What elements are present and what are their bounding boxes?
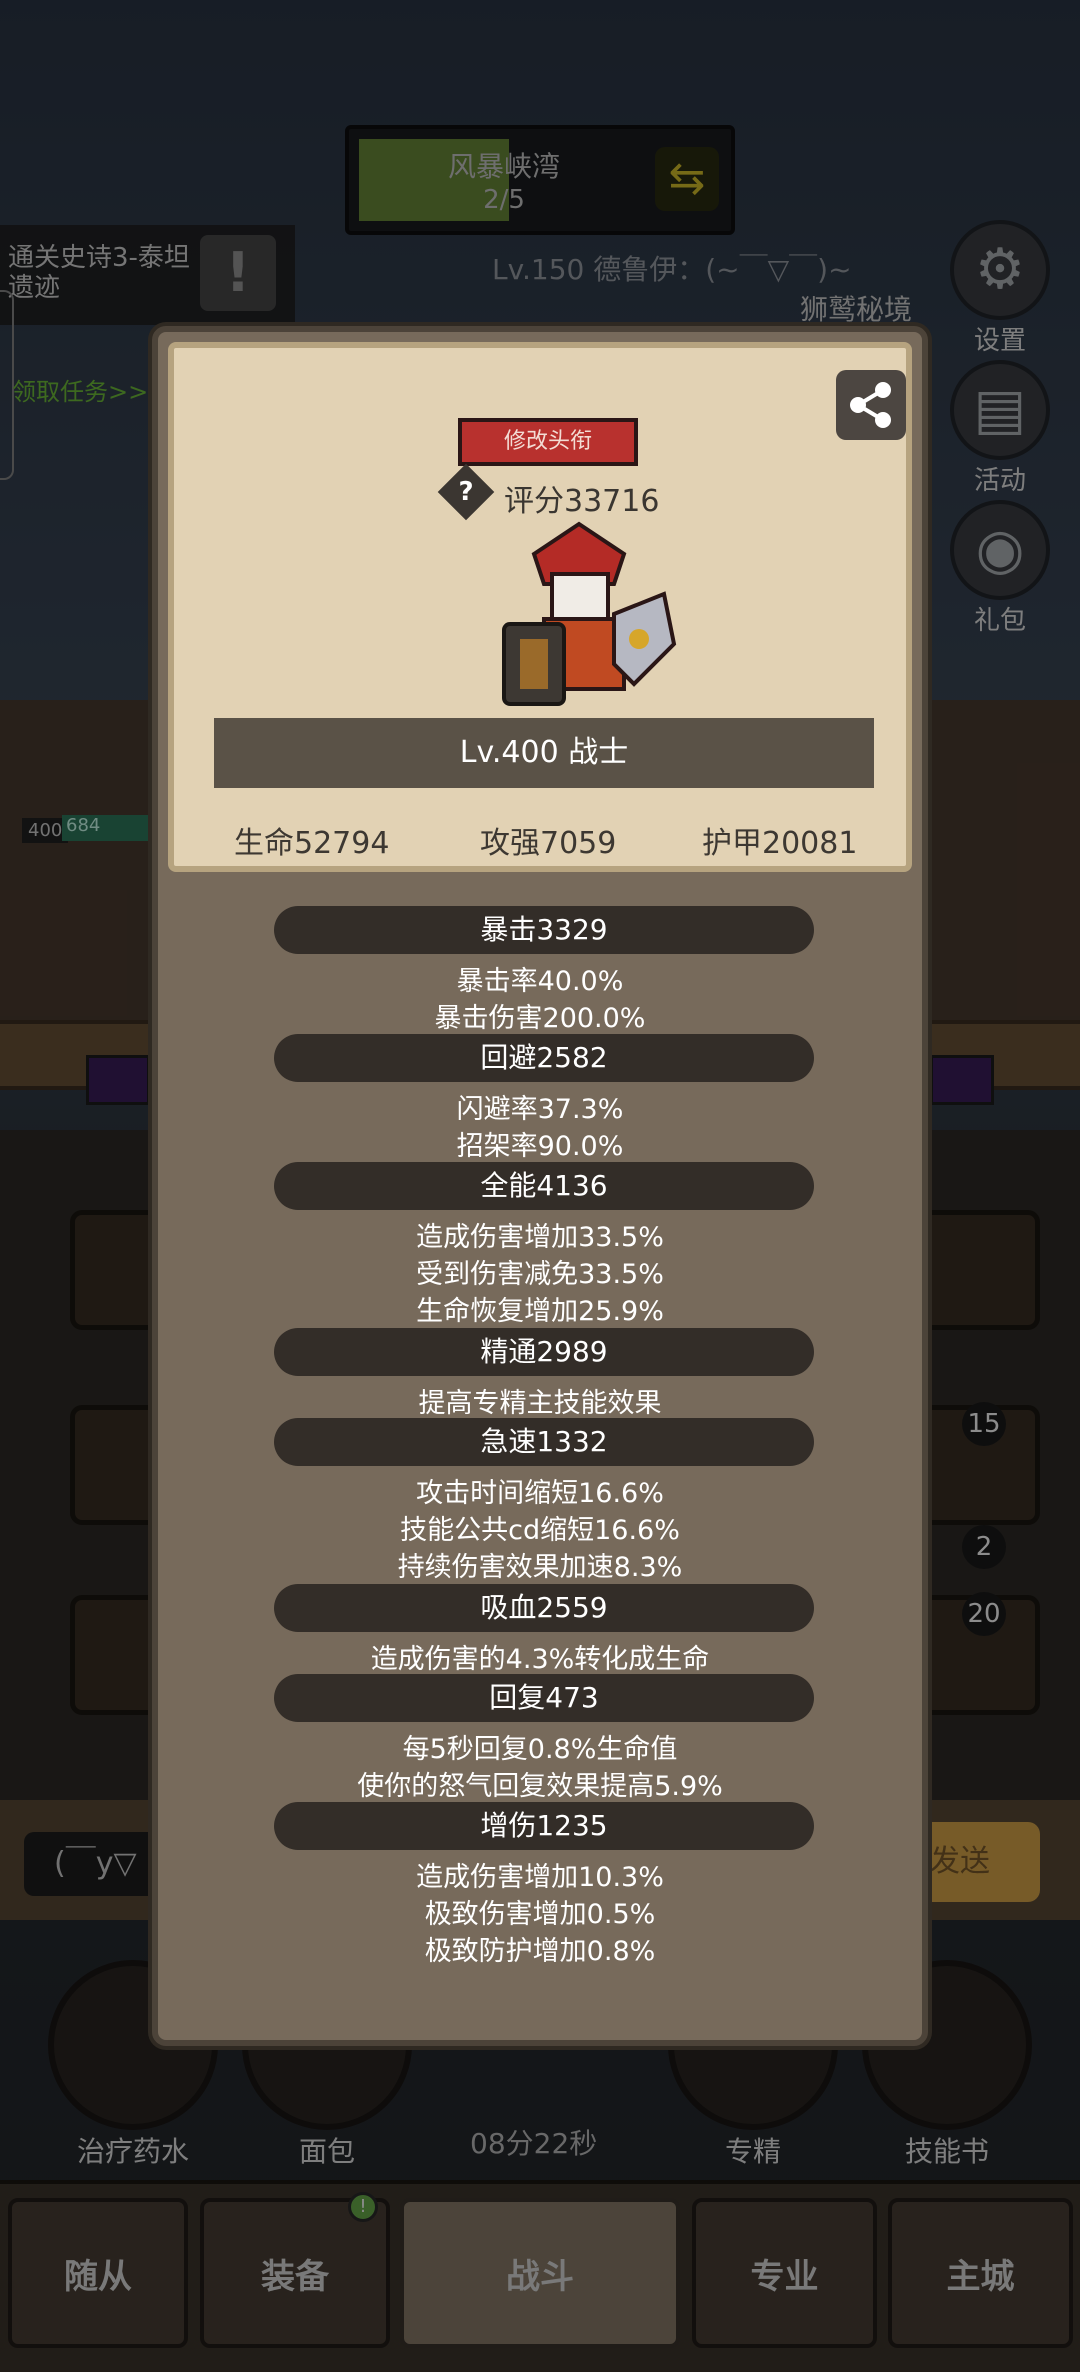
edit-title-button[interactable]: 修改头衔 (458, 418, 638, 466)
stat-line: 招架率90.0% (456, 1131, 624, 1162)
stat-header-avoidance: 回避2582 (274, 1034, 814, 1082)
warrior-avatar (502, 521, 677, 706)
stat-line: 暴击率40.0% (456, 966, 624, 997)
stat-header-recovery: 回复473 (274, 1674, 814, 1722)
character-card: 修改头衔 ? 评分33716 Lv.400 战士 生命52794 攻强7059 … (168, 342, 912, 872)
help-icon[interactable]: ? (446, 472, 486, 512)
stat-line: 提高专精主技能效果 (418, 1388, 662, 1419)
stat-line: 暴击伤害200.0% (434, 1003, 646, 1034)
stat-header-damage-increase: 增伤1235 (274, 1802, 814, 1850)
stat-header-versatility: 全能4136 (274, 1162, 814, 1210)
hp-stat: 生命52794 (234, 826, 390, 861)
attack-stat: 攻强7059 (480, 826, 617, 861)
stat-line: 使你的怒气回复效果提高5.9% (357, 1771, 723, 1802)
stat-line: 持续伤害效果加速8.3% (397, 1552, 683, 1583)
stat-line: 极致防护增加0.8% (424, 1936, 656, 1967)
stat-line: 造成伤害增加33.5% (416, 1222, 664, 1253)
share-button[interactable] (836, 370, 906, 440)
stat-header-mastery: 精通2989 (274, 1328, 814, 1376)
stat-line: 受到伤害减免33.5% (416, 1259, 664, 1290)
share-icon (850, 382, 891, 428)
stat-line: 攻击时间缩短16.6% (416, 1478, 664, 1509)
stat-header-crit: 暴击3329 (274, 906, 814, 954)
armor-stat: 护甲20081 (702, 826, 858, 861)
stat-line: 极致伤害增加0.5% (424, 1899, 656, 1930)
stat-line: 闪避率37.3% (456, 1094, 624, 1125)
character-stats-modal: 修改头衔 ? 评分33716 Lv.400 战士 生命52794 攻强7059 … (152, 326, 928, 2046)
stat-line: 生命恢复增加25.9% (416, 1296, 664, 1327)
stat-line: 造成伤害的4.3%转化成生命 (370, 1644, 710, 1675)
stat-header-lifesteal: 吸血2559 (274, 1584, 814, 1632)
stat-line: 每5秒回复0.8%生命值 (402, 1734, 678, 1765)
level-class-banner: Lv.400 战士 (214, 718, 874, 788)
stat-header-haste: 急速1332 (274, 1418, 814, 1466)
stat-line: 技能公共cd缩短16.6% (400, 1515, 680, 1546)
stat-line: 造成伤害增加10.3% (416, 1862, 664, 1893)
